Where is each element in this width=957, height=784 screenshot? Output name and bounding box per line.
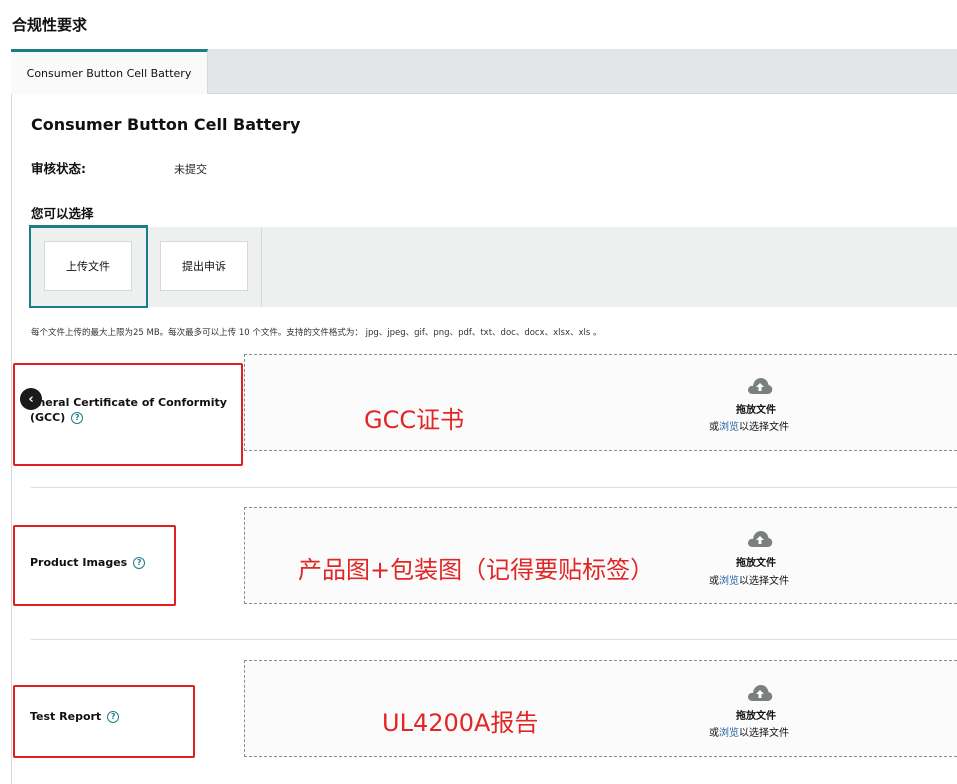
drop-prefix: 或 [709, 728, 719, 739]
annotation-gcc: GCC证书 [364, 406, 465, 434]
annotation-product-images: 产品图+包装图（记得要贴标签） [298, 556, 655, 584]
browse-link[interactable]: 浏览 [719, 728, 739, 739]
drop-prefix: 或 [709, 422, 719, 433]
browse-link[interactable]: 浏览 [719, 576, 739, 587]
cloud-upload-icon [748, 531, 773, 547]
upload-file-button[interactable]: 上传文件 [44, 241, 132, 291]
page-title: 合规性要求 [12, 16, 88, 34]
annotation-box-product-images [13, 525, 176, 606]
choice-separator [261, 227, 262, 307]
submit-appeal-button[interactable]: 提出申诉 [160, 241, 248, 291]
upload-hint: 每个文件上传的最大上限为25 MB。每次最多可以上传 10 个文件。支持的文件格… [31, 328, 602, 338]
tab-consumer-button-cell-battery[interactable]: Consumer Button Cell Battery [11, 49, 208, 94]
drop-prefix: 或 [709, 576, 719, 587]
drop-title: 拖放文件 [736, 558, 776, 569]
drop-subtitle: 或浏览以选择文件 [709, 572, 789, 587]
drop-suffix: 以选择文件 [739, 728, 789, 739]
drop-zone-test-report[interactable] [244, 660, 957, 757]
annotation-box-gcc [13, 363, 243, 466]
drop-suffix: 以选择文件 [739, 422, 789, 433]
cloud-upload-icon [748, 378, 773, 394]
choose-label: 您可以选择 [31, 206, 94, 221]
cloud-upload-icon [748, 685, 773, 701]
divider [31, 639, 957, 640]
drop-subtitle: 或浏览以选择文件 [709, 724, 789, 739]
divider [31, 487, 957, 488]
drop-title: 拖放文件 [736, 711, 776, 722]
annotation-test-report: UL4200A报告 [382, 709, 539, 737]
drop-subtitle: 或浏览以选择文件 [709, 418, 789, 433]
drop-title: 拖放文件 [736, 405, 776, 416]
annotation-box-test-report [13, 685, 195, 758]
drop-zone-gcc[interactable] [244, 354, 957, 451]
card-title: Consumer Button Cell Battery [31, 115, 301, 134]
status-value: 未提交 [174, 163, 207, 176]
status-label: 审核状态: [31, 161, 86, 176]
drop-suffix: 以选择文件 [739, 576, 789, 587]
tab-bar: Consumer Button Cell Battery [11, 49, 957, 94]
browse-link[interactable]: 浏览 [719, 422, 739, 433]
